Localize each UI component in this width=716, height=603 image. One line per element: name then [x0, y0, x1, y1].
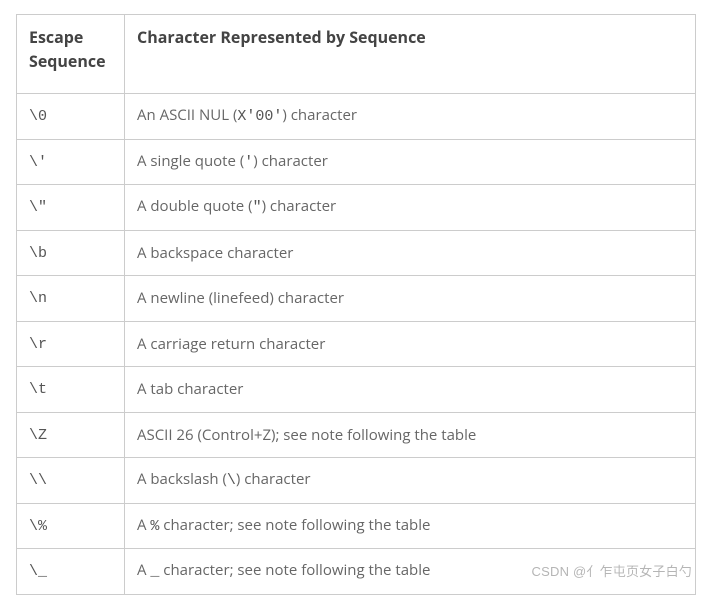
description-text: An ASCII NUL ( — [137, 105, 237, 125]
description-text: A single quote ( — [137, 151, 244, 171]
description-text: A backslash ( — [137, 469, 227, 489]
table-row: \" A double quote (") character — [17, 185, 696, 231]
cell-escape-sequence: \% — [17, 503, 125, 549]
cell-escape-sequence: \b — [17, 230, 125, 276]
cell-description: A double quote (") character — [125, 185, 696, 231]
table-row: \r A carriage return character — [17, 321, 696, 367]
escape-sequence-code: \Z — [29, 427, 47, 444]
description-text: A tab character — [137, 379, 243, 399]
inline-code: X'00' — [237, 108, 282, 125]
description-text: A double quote ( — [137, 196, 253, 216]
description-text: ) character — [262, 196, 337, 216]
cell-escape-sequence: \' — [17, 139, 125, 185]
cell-escape-sequence: \t — [17, 367, 125, 413]
description-text: ASCII 26 (Control+Z); see note following… — [137, 425, 476, 445]
cell-description: A carriage return character — [125, 321, 696, 367]
escape-sequence-code: \% — [29, 518, 47, 535]
cell-escape-sequence: \r — [17, 321, 125, 367]
description-text: A — [137, 560, 150, 580]
description-text: A backspace character — [137, 243, 293, 263]
escape-sequence-code: \t — [29, 381, 47, 398]
cell-description: A backspace character — [125, 230, 696, 276]
watermark-text: CSDN @亻乍屯页女子白勺 — [532, 561, 692, 580]
table-row: \b A backspace character — [17, 230, 696, 276]
inline-code: ' — [244, 154, 253, 171]
description-text: ) character — [282, 105, 357, 125]
cell-escape-sequence: \\ — [17, 458, 125, 504]
escape-sequence-table: Escape Sequence Character Represented by… — [16, 14, 696, 595]
table-row: \' A single quote (') character — [17, 139, 696, 185]
cell-description: A % character; see note following the ta… — [125, 503, 696, 549]
cell-description: A backslash (\) character — [125, 458, 696, 504]
cell-escape-sequence: \n — [17, 276, 125, 322]
description-text: A newline (linefeed) character — [137, 288, 344, 308]
escape-sequence-code: \_ — [29, 563, 47, 580]
description-text: character; see note following the table — [159, 515, 430, 535]
column-header-escape-sequence: Escape Sequence — [17, 15, 125, 94]
description-text: character; see note following the table — [159, 560, 430, 580]
table-row: \0 An ASCII NUL (X'00') character — [17, 94, 696, 140]
cell-description: A newline (linefeed) character — [125, 276, 696, 322]
cell-escape-sequence: \0 — [17, 94, 125, 140]
escape-sequence-code: \r — [29, 336, 47, 353]
cell-description: A tab character — [125, 367, 696, 413]
cell-escape-sequence: \" — [17, 185, 125, 231]
description-text: ) character — [253, 151, 328, 171]
escape-sequence-code: \0 — [29, 108, 47, 125]
table-row: \t A tab character — [17, 367, 696, 413]
cell-escape-sequence: \_ — [17, 549, 125, 595]
escape-sequence-code: \" — [29, 199, 47, 216]
column-header-description: Character Represented by Sequence — [125, 15, 696, 94]
escape-sequence-code: \\ — [29, 472, 47, 489]
escape-sequence-code: \b — [29, 245, 47, 262]
escape-sequence-code: \' — [29, 154, 47, 171]
table-header-row: Escape Sequence Character Represented by… — [17, 15, 696, 94]
table-row: \\ A backslash (\) character — [17, 458, 696, 504]
table-row: \Z ASCII 26 (Control+Z); see note followi… — [17, 412, 696, 458]
cell-description: An ASCII NUL (X'00') character — [125, 94, 696, 140]
cell-description: A single quote (') character — [125, 139, 696, 185]
table-row: \% A % character; see note following the … — [17, 503, 696, 549]
description-text: A carriage return character — [137, 334, 325, 354]
escape-sequence-code: \n — [29, 290, 47, 307]
cell-description: ASCII 26 (Control+Z); see note following… — [125, 412, 696, 458]
table-row: \n A newline (linefeed) character — [17, 276, 696, 322]
inline-code: " — [253, 199, 262, 216]
description-text: ) character — [236, 469, 311, 489]
inline-code: \ — [227, 472, 236, 489]
description-text: A — [137, 515, 150, 535]
cell-escape-sequence: \Z — [17, 412, 125, 458]
